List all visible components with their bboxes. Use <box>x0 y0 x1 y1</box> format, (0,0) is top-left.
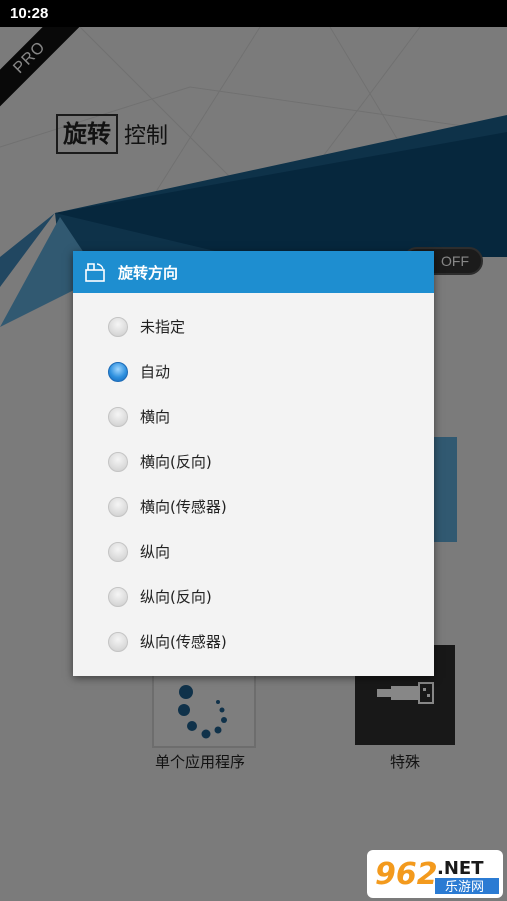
radio-button[interactable] <box>108 496 128 517</box>
radio-button[interactable] <box>108 451 128 472</box>
option-label: 纵向(反向) <box>140 588 212 606</box>
watermark-subtitle: 乐游网 <box>445 880 484 895</box>
radio-button[interactable] <box>108 631 128 652</box>
radio-button[interactable] <box>108 316 128 337</box>
radio-button[interactable] <box>108 406 128 427</box>
option-label: 横向(反向) <box>140 453 212 471</box>
option-portrait-sensor[interactable]: 纵向(传感器) <box>73 619 434 664</box>
option-unspecified[interactable]: 未指定 <box>73 304 434 349</box>
radio-button[interactable] <box>108 586 128 607</box>
option-label: 横向 <box>140 408 171 426</box>
rotate-screen-icon <box>85 263 105 282</box>
option-label: 横向(传感器) <box>140 498 227 516</box>
dialog-header: 旋转方向 <box>73 251 434 293</box>
option-label: 自动 <box>140 363 171 381</box>
option-landscape-reverse[interactable]: 横向(反向) <box>73 439 434 484</box>
watermark-number: 962 <box>375 857 438 892</box>
option-label: 纵向 <box>140 543 171 561</box>
rotation-direction-dialog: 旋转方向 未指定 自动 横向 横向(反向) 横向(传感器) 纵向 纵向(反向) … <box>73 251 434 676</box>
radio-button[interactable] <box>108 541 128 562</box>
option-label: 纵向(传感器) <box>140 633 227 651</box>
orientation-options: 未指定 自动 横向 横向(反向) 横向(传感器) 纵向 纵向(反向) 纵向(传感… <box>73 304 434 664</box>
watermark-suffix: .NET <box>437 858 484 879</box>
option-landscape-sensor[interactable]: 横向(传感器) <box>73 484 434 529</box>
site-watermark-logo: 962 .NET 乐游网 <box>367 850 503 898</box>
option-label: 未指定 <box>140 318 186 336</box>
status-time: 10:28 <box>10 5 49 22</box>
status-bar: 10:28 <box>0 0 507 27</box>
dialog-title: 旋转方向 <box>118 263 179 282</box>
option-portrait[interactable]: 纵向 <box>73 529 434 574</box>
option-portrait-reverse[interactable]: 纵向(反向) <box>73 574 434 619</box>
option-landscape[interactable]: 横向 <box>73 394 434 439</box>
radio-button-selected[interactable] <box>108 361 128 382</box>
option-auto[interactable]: 自动 <box>73 349 434 394</box>
